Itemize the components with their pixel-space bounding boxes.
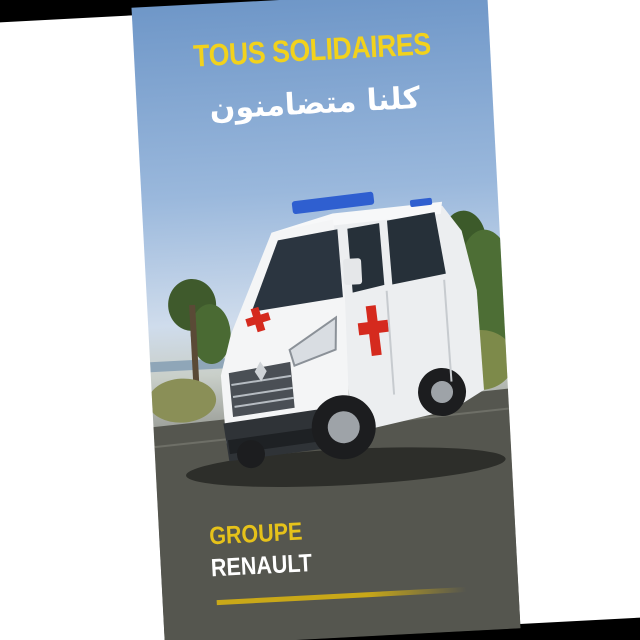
image-canvas: TOUS SOLIDAIRES كلنا متضامنون GROUPE REN…	[0, 0, 640, 640]
poster: TOUS SOLIDAIRES كلنا متضامنون GROUPE REN…	[131, 0, 521, 640]
brand-line-renault: RENAULT	[210, 549, 313, 583]
brand-line-groupe: GROUPE	[208, 517, 304, 551]
trees-left	[148, 278, 231, 423]
brand-logo: GROUPE RENAULT	[209, 516, 342, 583]
